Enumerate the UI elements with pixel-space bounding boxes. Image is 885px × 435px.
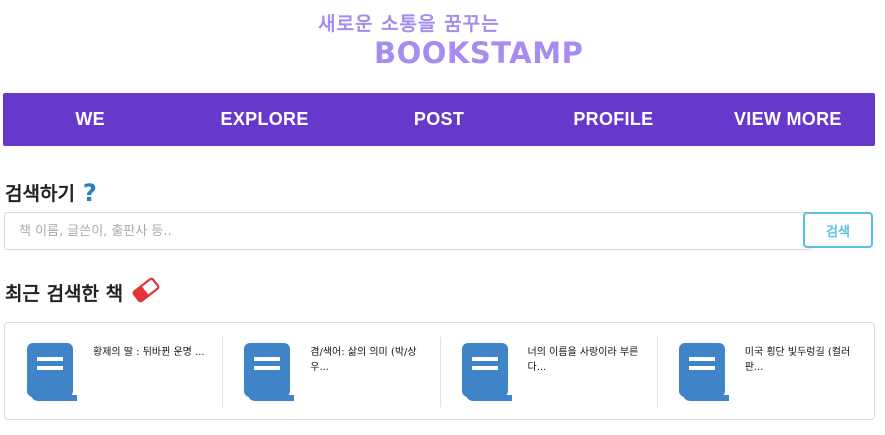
- recent-books-panel: 황제의 딸 : 뒤바뀐 운명 ... 겸/색어: 삶의 의미 (박/상 우...…: [4, 322, 875, 420]
- nav-explore[interactable]: EXPLORE: [177, 109, 351, 130]
- logo-tagline: 새로운 소통을 꿈꾸는: [318, 13, 500, 35]
- logo[interactable]: 새로운 소통을 꿈꾸는 BOOKSTAMP: [0, 0, 885, 90]
- question-icon[interactable]: ?: [83, 181, 97, 205]
- search-button[interactable]: 검색: [803, 212, 873, 248]
- book-title: 너의 이름을 사랑이라 부른 다...: [527, 347, 639, 373]
- search-section-title: 검색하기 ?: [5, 179, 97, 206]
- book-icon: [244, 343, 295, 401]
- eraser-icon[interactable]: [131, 277, 161, 308]
- search-title-text: 검색하기: [5, 183, 75, 205]
- search-input[interactable]: [4, 212, 812, 250]
- logo-title: BOOKSTAMP: [374, 36, 584, 70]
- book-icon: [27, 343, 77, 401]
- nav-post[interactable]: POST: [352, 109, 526, 130]
- main-navbar: WE EXPLORE POST PROFILE VIEW MORE: [3, 93, 875, 146]
- recent-book-card[interactable]: 겸/색어: 삶의 의미 (박/상 우...: [222, 323, 439, 419]
- nav-profile[interactable]: PROFILE: [526, 109, 700, 130]
- book-title: 미국 횡단 빛두렁길 (컬러 판...: [744, 347, 851, 373]
- book-icon: [678, 343, 729, 401]
- book-title: 황제의 딸 : 뒤바뀐 운명 ...: [93, 347, 205, 358]
- recent-book-card[interactable]: 미국 횡단 빛두렁길 (컬러 판...: [656, 323, 874, 419]
- recent-book-card[interactable]: 너의 이름을 사랑이라 부른 다...: [439, 323, 657, 419]
- recent-title-text: 최근 검색한 책: [5, 283, 124, 305]
- nav-view-more[interactable]: VIEW MORE: [701, 109, 875, 130]
- book-icon: [461, 343, 512, 401]
- recent-book-card[interactable]: 황제의 딸 : 뒤바뀐 운명 ...: [5, 323, 222, 419]
- recent-section-title: 최근 검색한 책: [5, 277, 161, 308]
- book-title: 겸/색어: 삶의 의미 (박/상 우...: [310, 347, 417, 373]
- nav-we[interactable]: WE: [3, 109, 177, 130]
